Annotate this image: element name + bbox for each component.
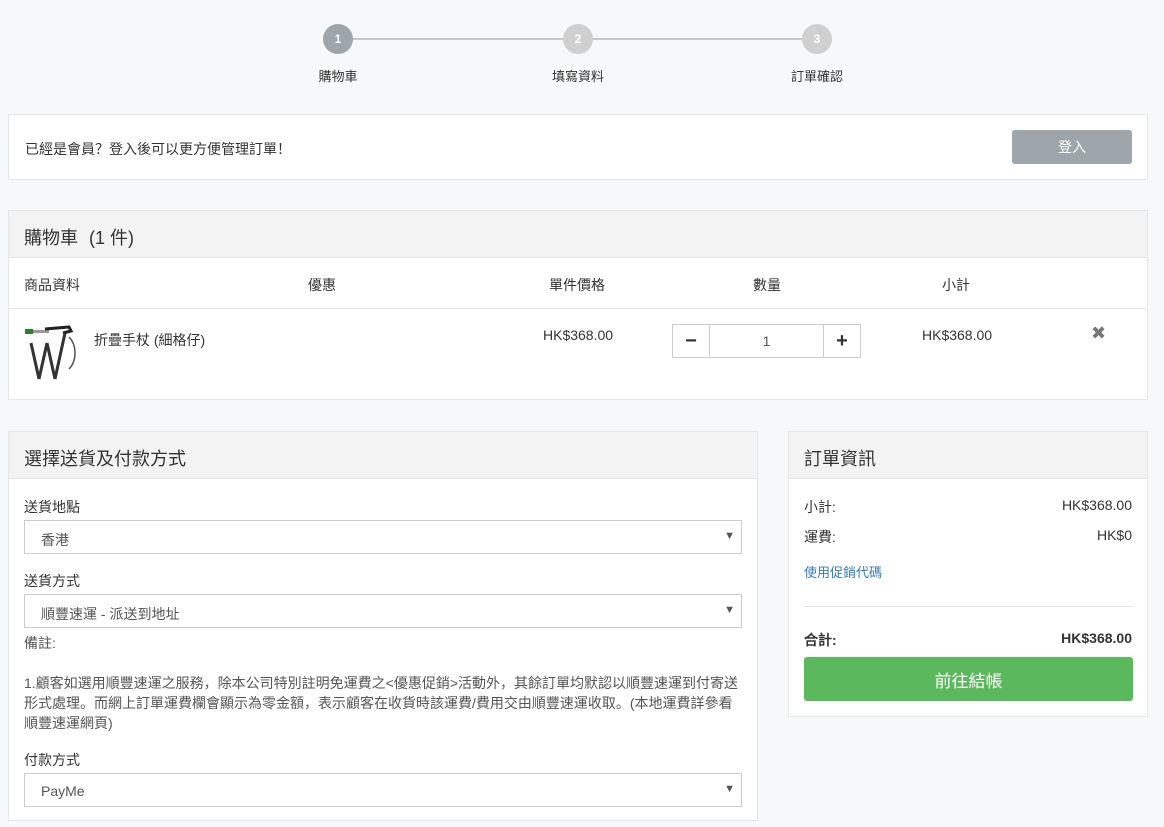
col-product: 商品資料 xyxy=(24,277,80,293)
remark-text: 1.顧客如選用順豐速運之服務，除本公司特別註明免運費之<優惠促銷>活動外，其餘訂… xyxy=(24,675,739,731)
checkout-button[interactable]: 前往結帳 xyxy=(804,657,1133,701)
order-header: 訂單資訊 xyxy=(789,432,1147,479)
decrease-quantity-button[interactable]: − xyxy=(673,325,709,357)
step-connector xyxy=(352,38,563,40)
login-button[interactable]: 登入 xyxy=(1012,130,1132,164)
unit-price: HK$368.00 xyxy=(543,327,614,343)
payment-value: PayMe xyxy=(41,783,85,799)
step-2-circle: 2 xyxy=(563,24,593,54)
col-quantity: 數量 xyxy=(753,277,781,293)
payment-label: 付款方式 xyxy=(24,752,80,768)
checkout-stepper: 1 購物車 2 填寫資料 3 訂單確認 xyxy=(0,0,1164,110)
location-value: 香港 xyxy=(41,532,69,548)
step-3-circle: 3 xyxy=(802,24,832,54)
dropdown-arrow-icon: ▼ xyxy=(724,783,735,795)
member-login-panel: 已經是會員？登入後可以更方便管理訂單！ 登入 xyxy=(8,114,1148,180)
total-value: HK$368.00 xyxy=(1061,630,1132,646)
location-label: 送貨地點 xyxy=(24,499,80,515)
member-prompt-text: 已經是會員？登入後可以更方便管理訂單！ xyxy=(25,141,291,157)
payment-method-select[interactable]: PayMe ▼ xyxy=(24,773,742,807)
cart-item-count: (1 件) xyxy=(89,228,135,248)
quantity-stepper: − + xyxy=(672,324,861,358)
method-label: 送貨方式 xyxy=(24,573,80,589)
remark-label: 備註: xyxy=(24,635,56,651)
summary-divider xyxy=(804,606,1134,607)
shipping-row: 運費: HK$0 xyxy=(804,527,1132,547)
delivery-title: 選擇送貨及付款方式 xyxy=(24,449,186,469)
item-subtotal: HK$368.00 xyxy=(922,327,993,343)
quantity-input[interactable] xyxy=(709,325,824,357)
product-name[interactable]: 折疊手杖 (細格仔) xyxy=(94,330,205,350)
cart-item-row: 折疊手杖 (細格仔) HK$368.00 − + HK$368.00 ✖ xyxy=(9,309,1147,399)
total-row: 合計: HK$368.00 xyxy=(804,630,1132,650)
delivery-header: 選擇送貨及付款方式 xyxy=(9,432,757,479)
step-1-label: 購物車 xyxy=(318,69,358,84)
subtotal-value: HK$368.00 xyxy=(1061,497,1132,513)
step-connector xyxy=(592,38,803,40)
col-discount: 優惠 xyxy=(308,277,336,293)
shipping-label: 運費: xyxy=(804,529,836,545)
cart-column-headers: 商品資料 優惠 單件價格 數量 小計 xyxy=(9,258,1147,309)
subtotal-label: 小計: xyxy=(804,499,836,515)
promo-code-link[interactable]: 使用促銷代碼 xyxy=(804,562,882,581)
delivery-payment-panel: 選擇送貨及付款方式 送貨地點 香港 ▼ 送貨方式 順豐速運 - 派送到地址 ▼ … xyxy=(8,431,758,821)
subtotal-row: 小計: HK$368.00 xyxy=(804,497,1132,517)
total-label: 合計: xyxy=(804,632,837,648)
product-thumbnail[interactable] xyxy=(23,325,83,383)
dropdown-arrow-icon: ▼ xyxy=(724,604,735,616)
order-title: 訂單資訊 xyxy=(804,449,876,469)
cart-header: 購物車 (1 件) xyxy=(9,211,1147,258)
remove-item-icon[interactable]: ✖ xyxy=(1091,323,1106,344)
col-subtotal: 小計 xyxy=(942,277,970,293)
shipping-method-select[interactable]: 順豐速運 - 派送到地址 ▼ xyxy=(24,594,742,628)
shipping-value: HK$0 xyxy=(1096,527,1132,543)
cart-panel: 購物車 (1 件) 商品資料 優惠 單件價格 數量 小計 折疊手杖 (細格仔) … xyxy=(8,210,1148,400)
step-3-label: 訂單確認 xyxy=(790,69,843,84)
col-unit-price: 單件價格 xyxy=(549,277,605,293)
order-summary-panel: 訂單資訊 小計: HK$368.00 運費: HK$0 使用促銷代碼 合計: H… xyxy=(788,431,1148,717)
step-1-circle: 1 xyxy=(323,24,353,54)
method-value: 順豐速運 - 派送到地址 xyxy=(41,606,180,622)
dropdown-arrow-icon: ▼ xyxy=(724,530,735,542)
increase-quantity-button[interactable]: + xyxy=(824,325,860,357)
step-2-label: 填寫資料 xyxy=(551,69,604,84)
cart-title: 購物車 xyxy=(24,228,78,248)
location-select[interactable]: 香港 ▼ xyxy=(24,520,742,554)
